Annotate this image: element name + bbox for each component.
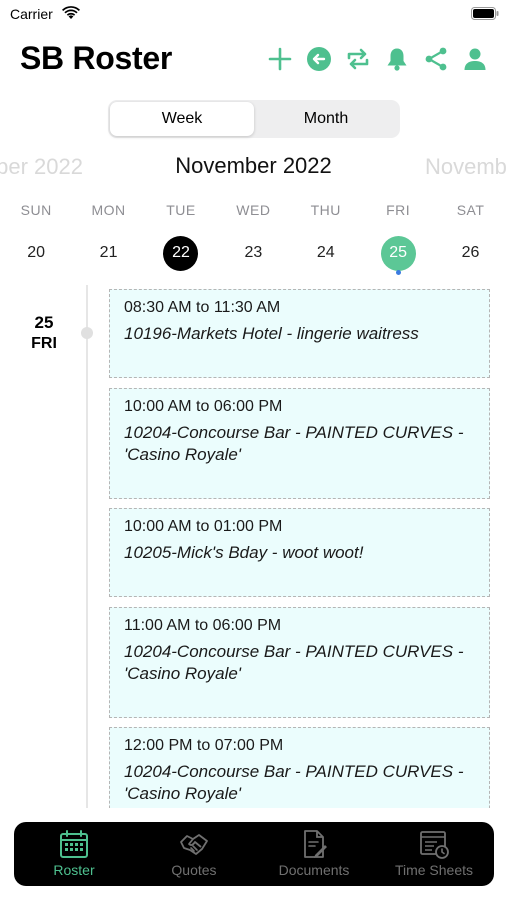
shift-time: 11:00 AM to 06:00 PM — [124, 617, 282, 634]
user-icon — [464, 48, 486, 70]
weekday-label: SAT — [456, 202, 485, 218]
tab-label: Time Sheets — [394, 862, 474, 878]
date-cell-selected[interactable]: 25 — [362, 235, 434, 275]
weekday-label: THU — [310, 202, 341, 218]
date-cell-today[interactable]: 22 — [145, 235, 217, 271]
tab-label: Roster — [53, 862, 95, 878]
back-arrow-icon — [307, 47, 331, 71]
shift-title: 10204-Concourse Bar - PAINTED CURVES - '… — [124, 423, 464, 464]
timesheet-icon — [420, 831, 449, 859]
event-indicator-dot — [395, 270, 401, 275]
shift-time: 08:30 AM to 11:30 AM — [124, 299, 281, 316]
shift-time: 12:00 PM to 07:00 PM — [124, 737, 284, 754]
shift-card[interactable]: 08:30 AM to 11:30 AM 10196-Markets Hotel… — [109, 289, 490, 378]
view-month-option[interactable]: Month — [254, 102, 398, 136]
date-number: 23 — [244, 244, 263, 261]
weekday-label: FRI — [386, 202, 411, 218]
view-week-option[interactable]: Week — [110, 102, 254, 136]
tab-time-sheets[interactable]: Time Sheets — [374, 822, 494, 886]
date-number: 22 — [163, 235, 199, 271]
weekday-label: WED — [236, 202, 271, 218]
shift-title: 10204-Concourse Bar - PAINTED CURVES - '… — [124, 762, 464, 803]
agenda-list[interactable]: 25 FRI 08:30 AM to 11:30 AM 10196-Market… — [0, 285, 507, 808]
view-toggle: Week Month — [108, 100, 400, 138]
app-title: SB Roster — [20, 40, 173, 76]
date-cell[interactable]: 23 — [217, 235, 289, 271]
weekday-label: MON — [91, 202, 126, 218]
weekday-label: TUE — [166, 202, 196, 218]
shift-card[interactable]: 10:00 AM to 06:00 PM 10204-Concourse Bar… — [109, 388, 490, 499]
tab-label: Quotes — [171, 862, 217, 878]
agenda-day-name: FRI — [31, 335, 57, 352]
weekday-label: SUN — [20, 202, 52, 218]
add-button[interactable] — [266, 44, 294, 74]
profile-button[interactable] — [461, 44, 489, 74]
carrier-label: Carrier — [10, 6, 53, 22]
battery-icon — [471, 7, 499, 20]
date-number: 20 — [27, 244, 46, 261]
tab-label: Documents — [278, 862, 350, 878]
calendar-icon — [60, 830, 88, 858]
date-number: 26 — [461, 244, 480, 261]
week-dates: 20 21 22 23 24 25 26 — [0, 235, 507, 275]
repeat-icon — [347, 48, 369, 70]
date-number: 21 — [99, 244, 118, 261]
share-icon — [425, 47, 447, 71]
shift-time: 10:00 AM to 06:00 PM — [124, 398, 283, 415]
back-button[interactable] — [305, 44, 333, 74]
status-bar: Carrier — [0, 0, 507, 28]
tab-quotes[interactable]: Quotes — [134, 822, 254, 886]
date-cell[interactable]: 24 — [290, 235, 362, 271]
notifications-button[interactable] — [383, 44, 411, 74]
timeline-line — [86, 285, 88, 808]
timeline-dot — [81, 327, 93, 339]
date-number: 25 — [380, 235, 416, 271]
header-actions — [266, 44, 489, 74]
agenda-day-number: 25 — [34, 313, 54, 332]
next-month-label[interactable]: Novemb — [425, 154, 507, 180]
share-button[interactable] — [422, 44, 450, 74]
tab-roster[interactable]: Roster — [14, 822, 134, 886]
wifi-icon — [62, 6, 80, 19]
shift-time: 10:00 AM to 01:00 PM — [124, 518, 283, 535]
shift-title: 10205-Mick's Bday - woot woot! — [124, 543, 364, 562]
date-cell[interactable]: 26 — [434, 235, 506, 271]
roster-screen: Carrier SB Roster Week Month ber 2022 No… — [0, 0, 507, 900]
shift-card[interactable]: 12:00 PM to 07:00 PM 10204-Concourse Bar… — [109, 727, 490, 808]
shift-title: 10204-Concourse Bar - PAINTED CURVES - '… — [124, 642, 464, 683]
agenda-day-label: 25 FRI — [22, 313, 66, 353]
date-cell[interactable]: 21 — [72, 235, 144, 271]
bell-icon — [387, 48, 407, 71]
date-number: 24 — [316, 244, 335, 261]
weekday-header: SUN MON TUE WED THU FRI SAT — [0, 202, 507, 218]
shift-card[interactable]: 10:00 AM to 01:00 PM 10205-Mick's Bday -… — [109, 508, 490, 597]
tab-documents[interactable]: Documents — [254, 822, 374, 886]
tab-bar: Roster Quotes Documents Time Sheets — [14, 822, 494, 886]
shift-card[interactable]: 11:00 AM to 06:00 PM 10204-Concourse Bar… — [109, 607, 490, 718]
handshake-icon — [180, 834, 208, 855]
document-pen-icon — [304, 830, 327, 858]
sync-button[interactable] — [344, 44, 372, 74]
add-icon — [268, 47, 292, 71]
shift-title: 10196-Markets Hotel - lingerie waitress — [124, 324, 419, 343]
date-cell[interactable]: 20 — [0, 235, 72, 271]
